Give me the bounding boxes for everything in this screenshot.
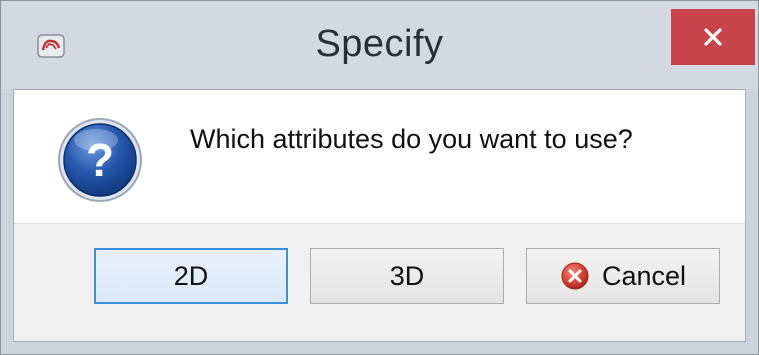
cancel-button-label: Cancel <box>601 260 687 291</box>
dialog-window: Specify ? Which attributes do you want t… <box>0 0 759 355</box>
3d-button-label: 3D <box>389 260 425 291</box>
2d-button-label: 2D <box>173 260 209 291</box>
close-icon <box>704 28 722 46</box>
svg-text:?: ? <box>86 134 114 186</box>
window-title: Specify <box>315 23 444 65</box>
3d-button[interactable]: 3D <box>310 248 504 304</box>
message-text: Which attributes do you want to use? <box>190 124 633 154</box>
message-area: ? Which attributes do you want to use? <box>14 90 745 224</box>
question-icon: ? <box>56 116 144 204</box>
dialog-content: ? Which attributes do you want to use? 2… <box>13 89 746 342</box>
cancel-button[interactable]: Cancel <box>526 248 720 304</box>
2d-button[interactable]: 2D <box>94 248 288 304</box>
close-button[interactable] <box>671 9 755 65</box>
cancel-icon <box>560 261 590 291</box>
title-bar[interactable]: Specify <box>1 1 758 89</box>
